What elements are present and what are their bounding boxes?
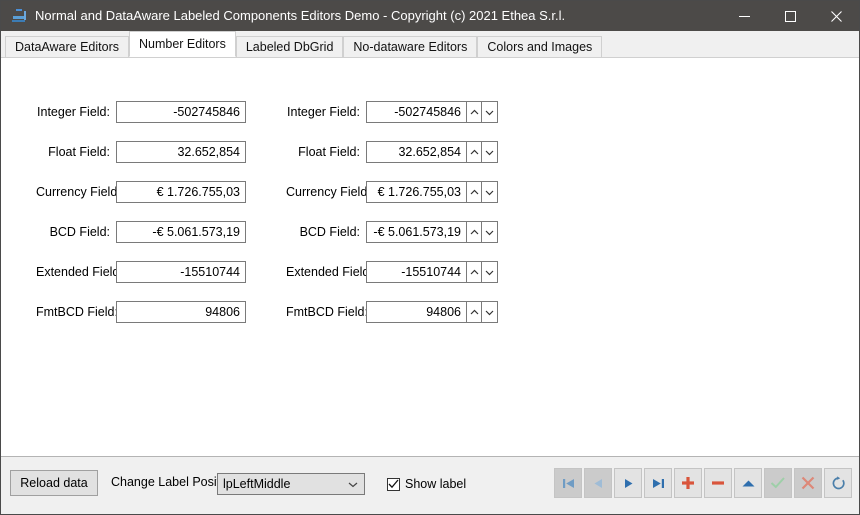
refresh-record-button[interactable] <box>824 468 852 498</box>
extended-field-label-left: Extended Field: <box>36 265 123 279</box>
float-field-input-left[interactable] <box>116 141 246 163</box>
chevron-up-icon[interactable] <box>466 301 482 323</box>
currency-field-input-left[interactable] <box>116 181 246 203</box>
minus-icon <box>712 481 724 485</box>
tab-colors-and-images[interactable]: Colors and Images <box>477 36 603 57</box>
bcd-field-input-right[interactable] <box>366 221 466 243</box>
window-title: Normal and DataAware Labeled Components … <box>35 8 566 23</box>
chevron-down-icon[interactable] <box>482 301 498 323</box>
chevron-up-icon[interactable] <box>466 181 482 203</box>
show-label-checkbox-group[interactable]: Show label <box>387 477 466 491</box>
field-row: Extended Field: <box>286 261 498 283</box>
chevron-up-icon[interactable] <box>466 141 482 163</box>
fmtbcd-field-label-right: FmtBCD Field: <box>286 305 368 319</box>
bcd-field-label-left: BCD Field: <box>49 225 110 239</box>
show-label-checkbox[interactable] <box>387 477 400 491</box>
reload-data-button[interactable]: Reload data <box>10 470 98 496</box>
chevron-up-icon[interactable] <box>466 261 482 283</box>
currency-field-label-left: Currency Field: <box>36 185 121 199</box>
close-icon[interactable] <box>813 1 859 31</box>
plus-icon <box>682 477 694 489</box>
db-navigator <box>554 468 852 498</box>
fmtbcd-field-input-right[interactable] <box>366 301 466 323</box>
field-row: Currency Field: <box>286 181 498 203</box>
field-row: FmtBCD Field: <box>36 301 246 323</box>
number-editors-page: Integer Field: Float Field: Currency Fie… <box>1 57 859 456</box>
field-row: FmtBCD Field: <box>286 301 498 323</box>
field-row: Extended Field: <box>36 261 246 283</box>
check-icon <box>770 477 785 489</box>
next-record-button[interactable] <box>614 468 642 498</box>
cross-icon <box>801 476 815 490</box>
window-controls <box>721 1 859 31</box>
fmtbcd-field-label-left: FmtBCD Field: <box>36 305 118 319</box>
chevron-down-icon <box>342 481 364 488</box>
field-row: BCD Field: <box>286 221 498 243</box>
integer-field-spinner <box>466 101 498 123</box>
post-record-button[interactable] <box>764 468 792 498</box>
cancel-record-button[interactable] <box>794 468 822 498</box>
field-row: BCD Field: <box>36 221 246 243</box>
bcd-field-spinner <box>466 221 498 243</box>
float-field-label-right: Float Field: <box>298 145 360 159</box>
play-back-icon <box>594 478 602 488</box>
fmtbcd-field-spinner <box>466 301 498 323</box>
prior-record-button[interactable] <box>584 468 612 498</box>
currency-field-label-right: Currency Field: <box>286 185 371 199</box>
triangle-up-icon <box>742 480 754 486</box>
chevron-up-icon[interactable] <box>466 101 482 123</box>
fmtbcd-field-input-left[interactable] <box>116 301 246 323</box>
integer-field-label-right: Integer Field: <box>287 105 360 119</box>
integer-field-input-left[interactable] <box>116 101 246 123</box>
label-position-select[interactable]: lpLeftMiddle <box>217 473 365 495</box>
chevron-down-icon[interactable] <box>482 181 498 203</box>
float-field-input-right[interactable] <box>366 141 466 163</box>
extended-field-label-right: Extended Field: <box>286 265 373 279</box>
maximize-icon[interactable] <box>767 1 813 31</box>
integer-field-label-left: Integer Field: <box>37 105 110 119</box>
first-record-button[interactable] <box>554 468 582 498</box>
show-label-text: Show label <box>405 477 467 491</box>
tab-no-dataware-editors[interactable]: No-dataware Editors <box>343 36 478 57</box>
field-row: Float Field: <box>36 141 246 163</box>
extended-field-input-right[interactable] <box>366 261 466 283</box>
app-window: Normal and DataAware Labeled Components … <box>0 0 860 515</box>
field-row: Integer Field: <box>36 101 246 123</box>
insert-record-button[interactable] <box>674 468 702 498</box>
extended-field-input-left[interactable] <box>116 261 246 283</box>
skip-to-end-icon <box>652 478 664 488</box>
tab-strip: DataAware Editors Number Editors Labeled… <box>1 31 859 57</box>
currency-field-input-right[interactable] <box>366 181 466 203</box>
chevron-down-icon[interactable] <box>482 141 498 163</box>
integer-field-input-right[interactable] <box>366 101 466 123</box>
float-field-label-left: Float Field: <box>48 145 110 159</box>
edit-record-button[interactable] <box>734 468 762 498</box>
field-row: Currency Field: <box>36 181 246 203</box>
skip-to-start-icon <box>562 478 574 488</box>
tab-dataaware-editors[interactable]: DataAware Editors <box>5 36 129 57</box>
field-row: Integer Field: <box>286 101 498 123</box>
app-icon <box>11 8 27 24</box>
chevron-down-icon[interactable] <box>482 101 498 123</box>
minimize-icon[interactable] <box>721 1 767 31</box>
float-field-spinner <box>466 141 498 163</box>
title-bar: Normal and DataAware Labeled Components … <box>1 1 859 31</box>
currency-field-spinner <box>466 181 498 203</box>
refresh-icon <box>832 475 845 489</box>
chevron-down-icon[interactable] <box>482 221 498 243</box>
bcd-field-input-left[interactable] <box>116 221 246 243</box>
chevron-down-icon[interactable] <box>482 261 498 283</box>
check-icon <box>388 479 399 489</box>
field-row: Float Field: <box>286 141 498 163</box>
bottom-panel: Reload data Change Label Position: lpLef… <box>1 456 859 514</box>
chevron-up-icon[interactable] <box>466 221 482 243</box>
label-position-value: lpLeftMiddle <box>223 477 291 491</box>
tab-number-editors[interactable]: Number Editors <box>129 31 236 57</box>
extended-field-spinner <box>466 261 498 283</box>
delete-record-button[interactable] <box>704 468 732 498</box>
play-forward-icon <box>624 478 632 488</box>
bcd-field-label-right: BCD Field: <box>299 225 360 239</box>
tab-labeled-dbgrid[interactable]: Labeled DbGrid <box>235 36 344 57</box>
last-record-button[interactable] <box>644 468 672 498</box>
